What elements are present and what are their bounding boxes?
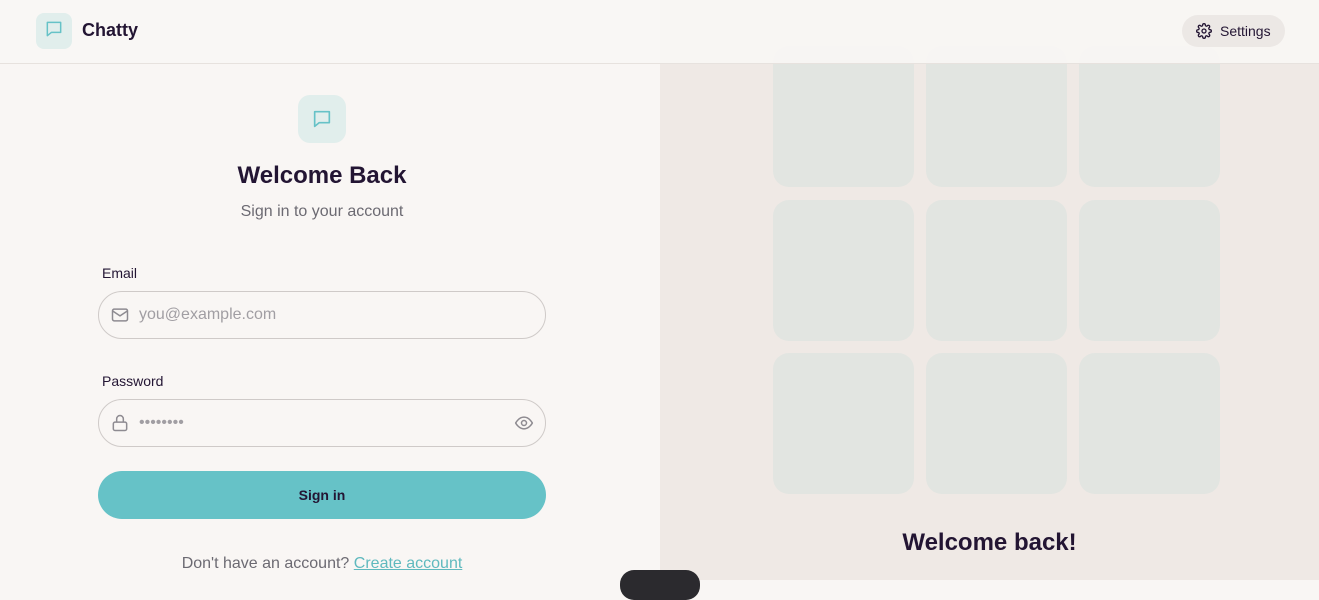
gear-icon (1196, 23, 1212, 39)
email-label: Email (102, 265, 138, 281)
page-subtitle: Sign in to your account (240, 203, 404, 220)
settings-button[interactable]: Settings (1182, 15, 1285, 47)
chat-bubble-icon (44, 19, 64, 44)
pattern-tile (1079, 46, 1220, 187)
pattern-tile (773, 46, 914, 187)
login-logo (298, 95, 346, 143)
floating-toolbar[interactable] (620, 570, 700, 600)
settings-label: Settings (1220, 23, 1271, 39)
pattern-tile (926, 353, 1067, 494)
pattern-tile (926, 200, 1067, 341)
pattern-tile (1079, 353, 1220, 494)
mail-icon (110, 305, 130, 330)
top-navbar: Chatty Settings (0, 0, 1319, 64)
pattern-tile (926, 46, 1067, 187)
app-logo[interactable] (36, 13, 72, 49)
password-input[interactable] (139, 400, 499, 446)
app-name[interactable]: Chatty (82, 20, 138, 41)
signup-prompt: Don't have an account? Create account (0, 555, 644, 573)
sign-in-button[interactable]: Sign in (98, 471, 546, 519)
password-field[interactable] (98, 399, 546, 447)
eye-icon[interactable] (514, 413, 534, 438)
pattern-tile (1079, 200, 1220, 341)
pattern-tile (773, 200, 914, 341)
promo-title: Welcome back! (902, 529, 1077, 556)
chat-bubble-icon (311, 108, 333, 130)
signup-prompt-text: Don't have an account? (181, 555, 350, 572)
email-field[interactable] (98, 291, 546, 339)
create-account-link[interactable]: Create account (354, 555, 463, 572)
page-title: Welcome Back (237, 162, 407, 189)
promo-panel: Welcome back! (660, 0, 1319, 580)
login-panel: Welcome Back Sign in to your account Ema… (0, 64, 660, 580)
password-label: Password (102, 373, 164, 389)
lock-icon (110, 413, 130, 438)
email-input[interactable] (139, 292, 499, 338)
pattern-tile (773, 353, 914, 494)
